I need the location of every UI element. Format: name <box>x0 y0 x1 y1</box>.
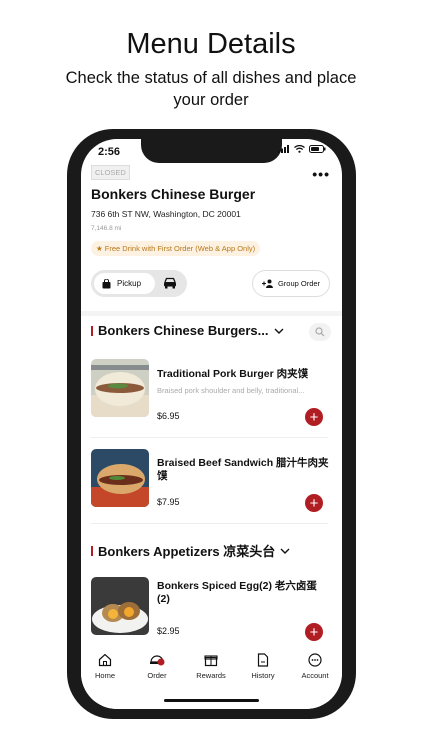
bag-icon <box>102 278 111 288</box>
delivery-button[interactable] <box>163 276 177 294</box>
tab-history[interactable]: History <box>241 653 285 680</box>
search-icon <box>315 327 325 337</box>
pickup-button[interactable]: Pickup <box>94 273 155 294</box>
plus-icon: + <box>309 408 319 426</box>
item-name: Braised Beef Sandwich 腊汁牛肉夹馍 <box>157 457 329 482</box>
category-header-appetizers[interactable]: Bonkers Appetizers 凉菜头台 <box>91 541 290 560</box>
category-marker <box>91 545 93 556</box>
account-icon <box>308 653 322 667</box>
item-price: $6.95 <box>157 411 180 421</box>
category-header-burgers[interactable]: Bonkers Chinese Burgers... <box>91 323 284 338</box>
status-icons <box>278 145 326 153</box>
order-mode-toggle: Pickup <box>91 270 187 297</box>
tab-label: Home <box>94 671 115 680</box>
order-icon <box>150 655 165 666</box>
add-person-icon <box>261 279 273 288</box>
restaurant-name: Bonkers Chinese Burger <box>91 186 256 202</box>
add-to-cart-button[interactable]: + <box>305 623 323 641</box>
history-icon <box>257 653 269 667</box>
group-order-label: Group Order <box>277 279 321 288</box>
item-image-spiced-egg[interactable] <box>91 577 149 635</box>
restaurant-address: 736 6th ST NW, Washington, DC 20001 <box>91 209 241 219</box>
car-icon <box>164 277 176 289</box>
row-divider <box>91 523 328 524</box>
group-order-button[interactable]: Group Order <box>252 270 330 297</box>
more-options-icon[interactable]: ••• <box>312 166 330 182</box>
add-to-cart-button[interactable]: + <box>305 494 323 512</box>
category-title: Bonkers Appetizers 凉菜头台 <box>98 544 276 559</box>
status-time: 2:56 <box>98 146 121 158</box>
app-screen: 2:56 ••• CLOSED Bonkers Chinese Burger 7… <box>81 139 342 709</box>
promo-title: Menu Details <box>126 28 296 60</box>
tab-label: Account <box>301 671 329 680</box>
menu-search-button[interactable] <box>309 323 331 341</box>
promo-subtitle: Check the status of all dishes and place… <box>65 69 357 109</box>
row-divider <box>91 437 328 438</box>
signal-icon <box>278 145 289 153</box>
chevron-down-icon <box>274 328 283 334</box>
tab-rewards[interactable]: Rewards <box>189 653 233 680</box>
item-description: Braised pork shoulder and belly, traditi… <box>157 386 305 395</box>
chevron-down-icon <box>280 548 290 554</box>
status-badge: CLOSED <box>91 165 130 180</box>
tab-label: Rewards <box>196 671 226 680</box>
item-image-beef-sandwich[interactable] <box>91 449 149 507</box>
item-price: $2.95 <box>157 626 180 636</box>
home-icon <box>98 653 112 667</box>
section-divider <box>81 311 342 316</box>
plus-icon: + <box>309 623 319 641</box>
item-name: Traditional Pork Burger 肉夹馍 <box>157 368 309 380</box>
item-name: Bonkers Spiced Egg(2) 老六卤蛋(2) <box>157 580 317 605</box>
home-indicator <box>164 699 259 702</box>
tab-label: Order <box>147 671 167 680</box>
tab-label: History <box>251 671 275 680</box>
phone-notch <box>141 139 282 163</box>
battery-icon <box>309 145 326 153</box>
tab-account[interactable]: Account <box>293 653 337 680</box>
item-image-pork-burger[interactable] <box>91 359 149 417</box>
category-marker <box>91 325 93 336</box>
restaurant-distance: 7,146.8 mi <box>91 225 122 232</box>
tab-home[interactable]: Home <box>83 653 127 680</box>
pickup-label: Pickup <box>117 279 142 288</box>
category-title: Bonkers Chinese Burgers... <box>98 323 269 338</box>
wifi-icon <box>294 145 305 153</box>
item-price: $7.95 <box>157 497 180 507</box>
tab-order[interactable]: Order <box>135 653 179 680</box>
add-to-cart-button[interactable]: + <box>305 408 323 426</box>
promo-banner: ★ Free Drink with First Order (Web & App… <box>91 241 261 256</box>
plus-icon: + <box>309 494 319 512</box>
rewards-icon <box>204 655 218 667</box>
phone-frame: 2:56 ••• CLOSED Bonkers Chinese Burger 7… <box>67 129 356 719</box>
